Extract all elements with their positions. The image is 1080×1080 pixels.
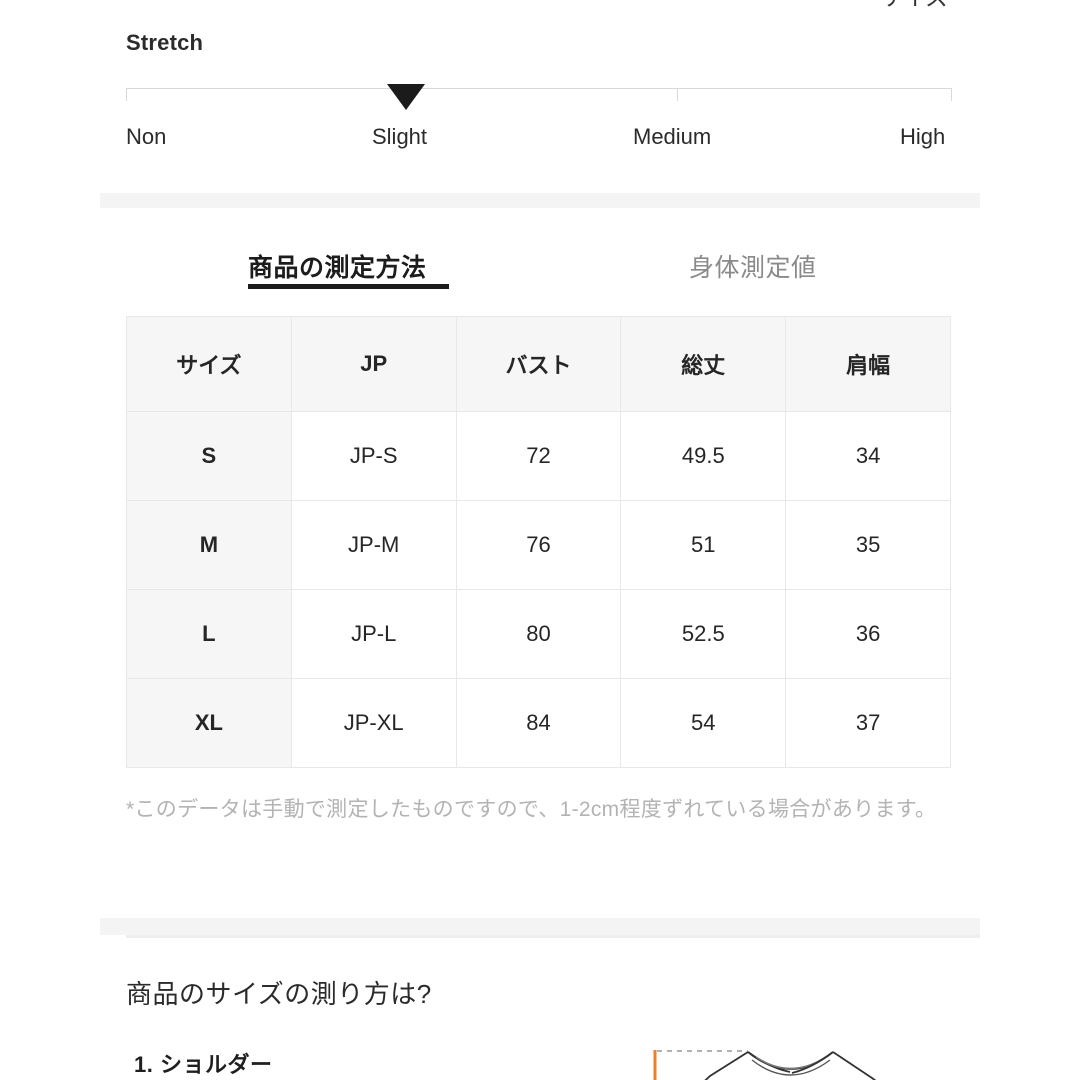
cell-shoulder: 36 [785,589,951,679]
howto-heading: 商品のサイズの測り方は? [126,979,432,1009]
size-chart-table: サイズ JP バスト 総丈 肩幅 S JP-S 72 49.5 34 M JP-… [126,316,951,768]
table-header-row: サイズ JP バスト 総丈 肩幅 [126,316,951,412]
cell-shoulder: 37 [785,678,951,768]
cell-size: XL [126,678,292,768]
table-row: S JP-S 72 49.5 34 [126,411,951,501]
cell-shoulder: 35 [785,500,951,590]
stretch-scale [126,84,952,110]
table-row: L JP-L 80 52.5 36 [126,589,951,679]
clipped-dash-text: 一 [524,0,546,8]
cell-jp: JP-XL [290,678,457,768]
stretch-scale-line [126,88,952,89]
stretch-scale-labels: Non Slight Medium High [126,124,952,156]
cell-bust: 76 [455,500,622,590]
table-row: M JP-M 76 51 35 [126,500,951,590]
size-guide-page: 一 サイズ Stretch Non Slight Medium High 商品の… [0,0,1080,1080]
size-chart-head: サイズ JP バスト 総丈 肩幅 [126,316,951,412]
stretch-label-high: High [900,124,946,149]
stretch-tick-non [126,88,127,101]
section-divider-bottom [100,918,980,935]
cell-jp: JP-S [290,411,457,501]
cell-length: 54 [620,678,787,768]
column-header-size: サイズ [126,316,292,412]
column-header-length: 総丈 [620,316,787,412]
size-chart-body: S JP-S 72 49.5 34 M JP-M 76 51 35 L JP-L… [126,411,951,768]
cell-bust: 72 [455,411,622,501]
shoulder-measurement-diagram [640,1030,980,1080]
tshirt-illustration-icon [653,1050,877,1080]
cell-length: 49.5 [620,411,787,501]
section-divider-bottom-line [126,935,980,938]
cell-size: M [126,500,292,590]
cell-bust: 84 [455,678,622,768]
stretch-label-slight: Slight [372,124,428,149]
stretch-label-medium: Medium [633,124,712,149]
tab-product-measurement[interactable]: 商品の測定方法 [248,248,427,284]
clipped-size-label: サイズ [879,0,949,9]
table-row: XL JP-XL 84 54 37 [126,678,951,768]
cell-jp: JP-M [290,500,457,590]
cell-length: 52.5 [620,589,787,679]
section-divider-top [100,193,980,208]
howto-step-shoulder-label: 1. ショルダー [134,1052,273,1077]
cell-size: L [126,589,292,679]
cell-length: 51 [620,500,787,590]
tab-body-measurement[interactable]: 身体測定値 [689,248,817,284]
stretch-marker-triangle-icon [387,84,425,110]
cell-bust: 80 [455,589,622,679]
measurement-disclaimer: *このデータは手動で測定したものですので、1-2cm程度ずれている場合があります… [126,798,937,821]
clipped-top-strip: 一 サイズ [0,0,1080,22]
stretch-tick-medium [677,88,678,101]
tab-active-underline [248,284,449,289]
stretch-heading: Stretch [126,30,204,55]
cell-size: S [126,411,292,501]
stretch-tick-high [951,88,952,101]
column-header-bust: バスト [455,316,622,412]
column-header-shoulder: 肩幅 [785,316,951,412]
column-header-jp: JP [290,316,457,412]
cell-jp: JP-L [290,589,457,679]
stretch-label-non: Non [126,124,167,149]
cell-shoulder: 34 [785,411,951,501]
